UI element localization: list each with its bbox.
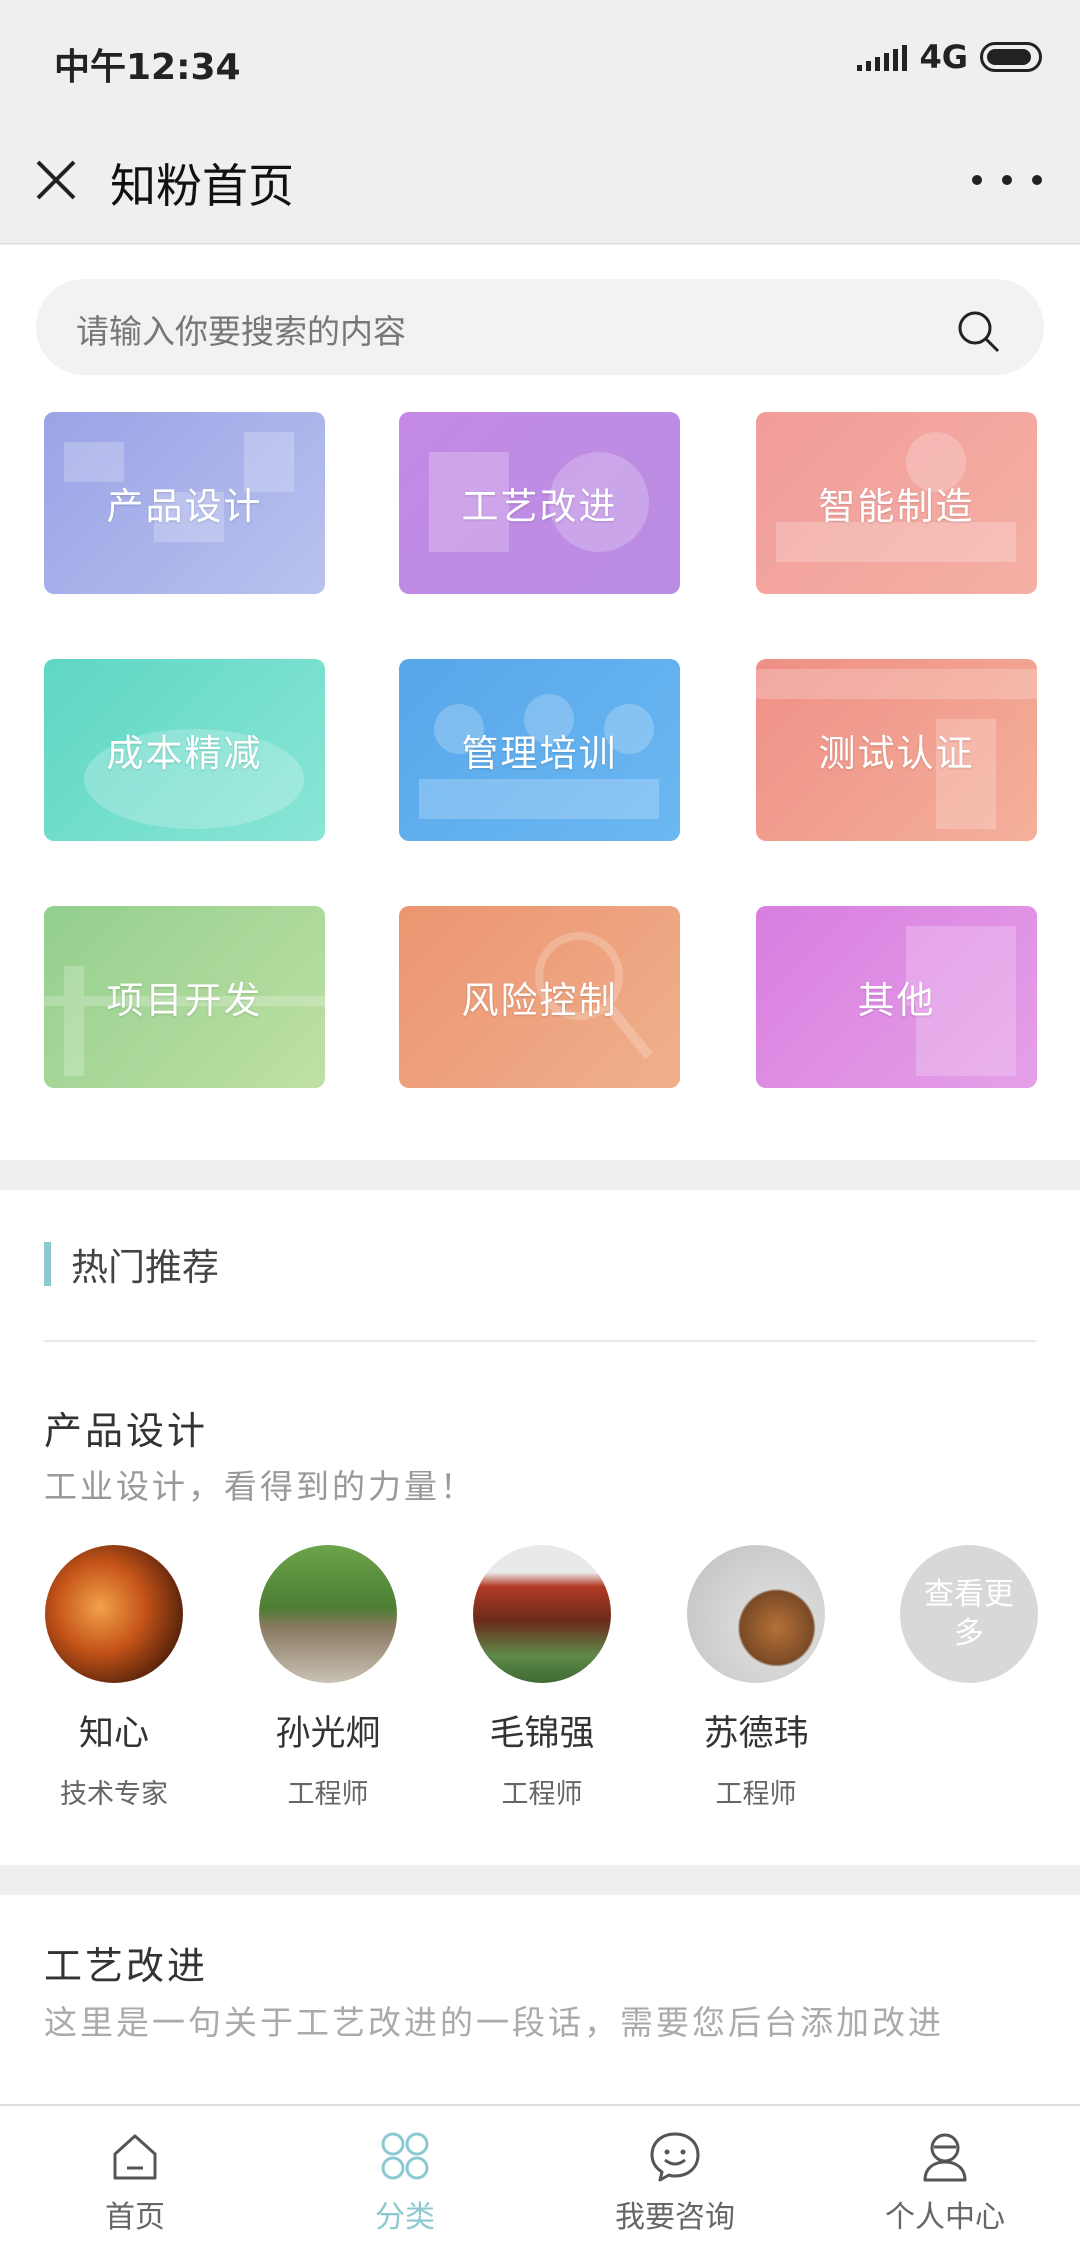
- bottom-tab-bar: 首页 分类 我要咨询 个人中心: [0, 2104, 1080, 2244]
- expert-card[interactable]: 孙光炯 工程师: [258, 1545, 398, 1811]
- section-title[interactable]: 产品设计: [44, 1400, 208, 1455]
- search-bar[interactable]: 请输入你要搜索的内容: [36, 279, 1044, 375]
- tab-label: 首页: [105, 2200, 165, 2235]
- search-icon[interactable]: [954, 307, 1004, 357]
- expert-role: 工程师: [287, 1779, 369, 1810]
- category-tile-product-design[interactable]: 产品设计: [44, 412, 325, 594]
- more-options-button[interactable]: [972, 160, 1042, 200]
- category-tile-cost-reduction[interactable]: 成本精减: [44, 659, 325, 841]
- tab-label: 我要咨询: [615, 2200, 735, 2235]
- category-tile-testing-certification[interactable]: 测试认证: [756, 659, 1037, 841]
- category-label: 风险控制: [461, 979, 618, 1022]
- signal-icon: [857, 43, 908, 71]
- expert-name: 苏德玮: [703, 1714, 809, 1754]
- hot-recommendations: 热门推荐 产品设计 工业设计，看得到的力量！ 知心 技术专家 孙光炯 工程师 毛…: [0, 1190, 1080, 1865]
- tab-profile[interactable]: 个人中心: [810, 2106, 1080, 2244]
- status-icons: 4G: [857, 38, 1042, 76]
- category-tile-process-improvement[interactable]: 工艺改进: [399, 412, 680, 594]
- expert-card[interactable]: 知心 技术专家: [44, 1545, 184, 1811]
- category-label: 智能制造: [818, 485, 975, 528]
- network-type: 4G: [919, 38, 968, 76]
- nav-bar: 知粉首页: [0, 120, 1080, 244]
- avatar: [259, 1545, 397, 1683]
- tab-label: 个人中心: [885, 2200, 1005, 2235]
- category-label: 其他: [857, 979, 936, 1022]
- hot-header: 热门推荐: [44, 1242, 219, 1289]
- category-label: 工艺改进: [461, 485, 618, 528]
- divider: [44, 1340, 1036, 1342]
- status-bar: 中午12:34 4G: [0, 0, 1080, 120]
- category-tile-smart-manufacturing[interactable]: 智能制造: [756, 412, 1037, 594]
- status-time: 中午12:34: [54, 47, 241, 88]
- tab-category[interactable]: 分类: [270, 2106, 540, 2244]
- expert-name: 孙光炯: [275, 1714, 381, 1754]
- expert-role: 技术专家: [60, 1779, 168, 1810]
- category-label: 测试认证: [818, 732, 975, 775]
- expert-role: 工程师: [501, 1779, 583, 1810]
- battery-icon: [980, 42, 1042, 72]
- avatar: [473, 1545, 611, 1683]
- close-icon: [36, 160, 76, 200]
- dot-icon: [972, 175, 982, 185]
- expert-list: 知心 技术专家 孙光炯 工程师 毛锦强 工程师 苏德玮 工程师 查看更多: [44, 1545, 1044, 1825]
- user-icon: [923, 2133, 967, 2182]
- category-icon: [381, 2132, 429, 2180]
- dot-icon: [1032, 175, 1042, 185]
- search-input[interactable]: 请输入你要搜索的内容: [76, 305, 406, 353]
- expert-card[interactable]: 毛锦强 工程师: [472, 1545, 612, 1811]
- avatar: [687, 1545, 825, 1683]
- category-tile-management-training[interactable]: 管理培训: [399, 659, 680, 841]
- category-tile-risk-control[interactable]: 风险控制: [399, 906, 680, 1088]
- expert-card[interactable]: 苏德玮 工程师: [686, 1545, 826, 1811]
- main-content: 请输入你要搜索的内容 产品设计 工艺改进 智能制造 成本精减 管理培训 测试认证…: [0, 245, 1080, 2195]
- chat-icon: [650, 2132, 700, 2182]
- category-label: 成本精减: [106, 732, 263, 775]
- dot-icon: [1002, 175, 1012, 185]
- category-tile-project-development[interactable]: 项目开发: [44, 906, 325, 1088]
- hot-title: 热门推荐: [71, 1246, 219, 1289]
- category-tile-other[interactable]: 其他: [756, 906, 1037, 1088]
- expert-name: 知心: [78, 1714, 149, 1754]
- avatar: [45, 1545, 183, 1683]
- tab-consult[interactable]: 我要咨询: [540, 2106, 810, 2244]
- home-icon: [113, 2134, 157, 2180]
- tab-home[interactable]: 首页: [0, 2106, 270, 2244]
- close-button[interactable]: [32, 150, 80, 210]
- page-title: 知粉首页: [110, 159, 294, 213]
- category-label: 管理培训: [461, 732, 618, 775]
- section-subtitle: 工业设计，看得到的力量！: [44, 1467, 476, 1506]
- expert-name: 毛锦强: [489, 1714, 595, 1754]
- section-description: 这里是一句关于工艺改进的一段话，需要您后台添加改进: [44, 2003, 944, 2042]
- view-more-button[interactable]: 查看更多: [900, 1545, 1040, 1683]
- category-panel: 请输入你要搜索的内容 产品设计 工艺改进 智能制造 成本精减 管理培训 测试认证…: [0, 245, 1080, 1160]
- section-title[interactable]: 工艺改进: [44, 1935, 208, 1990]
- accent-bar: [44, 1242, 51, 1286]
- category-label: 项目开发: [106, 979, 263, 1022]
- expert-role: 工程师: [715, 1779, 797, 1810]
- category-label: 产品设计: [106, 485, 263, 528]
- view-more-label: 查看更多: [900, 1545, 1038, 1683]
- tab-label: 分类: [375, 2200, 435, 2235]
